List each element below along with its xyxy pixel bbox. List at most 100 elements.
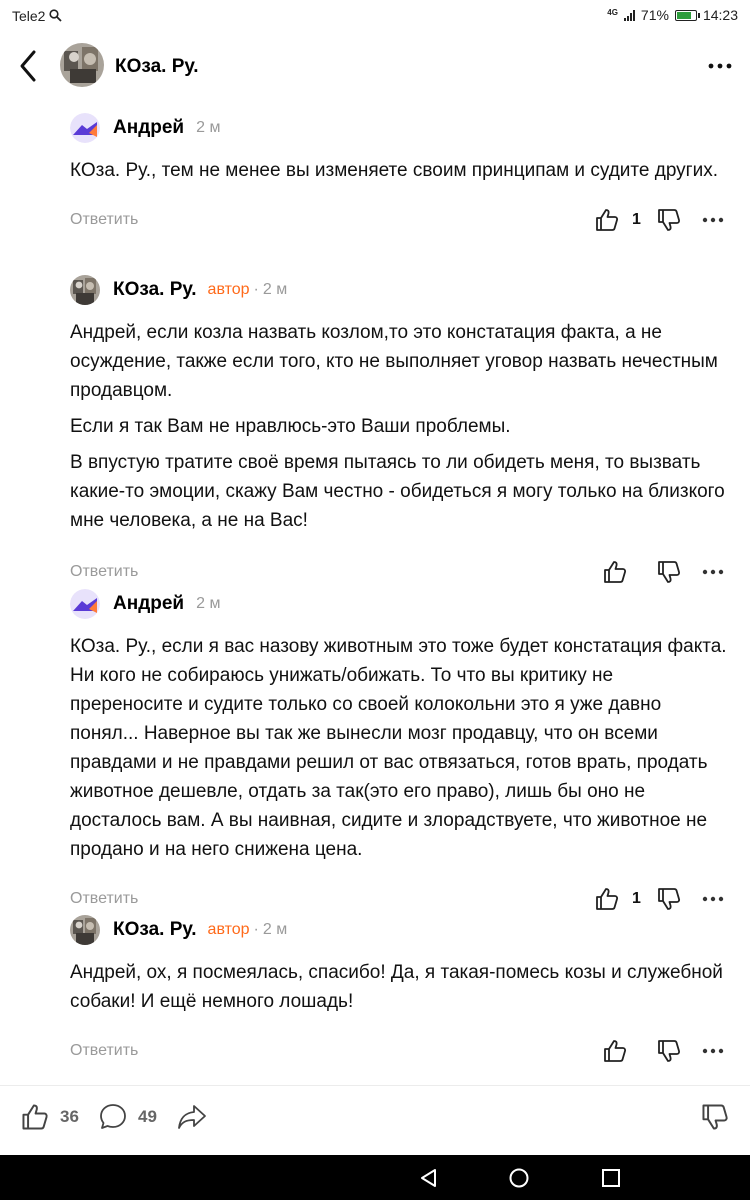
thumbs-down-icon (658, 888, 681, 910)
comment-time: 2 м (196, 595, 221, 612)
dislike-button[interactable] (656, 207, 682, 233)
comment-paragraph: КОза. Ру., тем не менее вы изменяете сво… (70, 160, 718, 181)
comment-author[interactable]: Андрей (113, 117, 184, 139)
carrier-label: Tele2 (12, 8, 62, 24)
more-icon (708, 63, 732, 69)
like-count: 1 (632, 890, 641, 907)
comment-author[interactable]: Андрей (113, 593, 184, 615)
avatar[interactable] (70, 915, 100, 945)
comment-body: КОза. Ру., если я вас назову животным эт… (70, 632, 730, 864)
comment: КОза. Ру. автор · 2 м Андрей, ох, я посм… (70, 914, 730, 1070)
comment-header: Андрей 2 м (70, 588, 730, 620)
comment-actions: Ответить 1 (70, 203, 730, 239)
reply-button[interactable]: Ответить (70, 890, 138, 908)
article-dislike-button[interactable] (700, 1102, 730, 1132)
avatar[interactable] (70, 275, 100, 305)
thumbs-down-icon (658, 209, 681, 231)
network-type: 4G (607, 7, 618, 17)
avatar[interactable] (70, 589, 100, 619)
comment-more-button[interactable] (702, 886, 724, 912)
comment-paragraph: В впустую тратите своё время пытаясь то … (70, 452, 725, 531)
search-icon (49, 9, 62, 22)
system-nav-bar (0, 1155, 750, 1200)
thumbs-up-icon (604, 561, 627, 583)
thumbs-down-icon (658, 1040, 681, 1062)
dislike-button[interactable] (656, 1038, 682, 1064)
comment-actions: Ответить (70, 1034, 730, 1070)
separator: · (253, 921, 259, 938)
thumbs-up-icon (596, 209, 619, 231)
signal-icon (623, 9, 635, 21)
more-icon (702, 896, 724, 902)
nav-back-button[interactable] (418, 1167, 440, 1189)
comment-paragraph: Андрей, ох, я посмеялась, спасибо! Да, я… (70, 962, 723, 1012)
comment-time: 2 м (262, 281, 288, 298)
nav-home-icon (509, 1168, 529, 1188)
battery-icon (674, 9, 700, 21)
comment-body: Андрей, ох, я посмеялась, спасибо! Да, я… (70, 958, 730, 1016)
nav-recents-button[interactable] (600, 1167, 622, 1189)
thumbs-up-icon (604, 1040, 627, 1062)
comment-time: 2 м (262, 921, 288, 938)
comment-header: КОза. Ру. автор · 2 м (70, 274, 730, 306)
comment-actions: Ответить 1 (70, 882, 730, 918)
like-button[interactable] (602, 559, 628, 585)
reply-button[interactable]: Ответить (70, 211, 138, 229)
comment-more-button[interactable] (702, 207, 724, 233)
channel-avatar[interactable] (60, 43, 104, 87)
author-badge: автор (207, 281, 250, 298)
comment-more-button[interactable] (702, 559, 724, 585)
header: КОза. Ру. (0, 32, 750, 98)
like-count: 1 (632, 211, 641, 228)
comment-header: Андрей 2 м (70, 112, 730, 144)
article-like-button[interactable]: 36 (20, 1102, 79, 1132)
comment-author[interactable]: КОза. Ру. (113, 919, 197, 941)
nav-recents-icon (602, 1169, 620, 1187)
comments-button[interactable]: 49 (98, 1102, 157, 1132)
separator: · (253, 281, 259, 298)
comment-actions: Ответить (70, 555, 730, 591)
reply-button[interactable]: Ответить (70, 563, 138, 581)
thumbs-down-icon (658, 561, 681, 583)
comments-count: 49 (138, 1107, 157, 1126)
share-button[interactable] (176, 1102, 208, 1132)
thumbs-up-icon (596, 888, 619, 910)
comment: КОза. Ру. автор · 2 м Андрей, если козла… (70, 274, 730, 591)
status-bar: Tele2 4G 71% 14:23 (0, 0, 750, 32)
share-icon (178, 1105, 206, 1129)
comment-icon (100, 1104, 126, 1129)
comment-paragraph: Андрей, если козла назвать козлом,то это… (70, 322, 718, 401)
battery-percent: 71% (640, 7, 669, 23)
clock: 14:23 (702, 7, 738, 23)
comment: Андрей 2 м КОза. Ру., если я вас назову … (70, 588, 730, 918)
more-icon (702, 217, 724, 223)
like-button[interactable] (594, 207, 620, 233)
comment-body: Андрей, если козла назвать козлом,то это… (70, 318, 730, 535)
bottom-action-bar: 36 49 (0, 1085, 750, 1155)
comment-author[interactable]: КОза. Ру. (113, 279, 197, 301)
like-button[interactable] (594, 886, 620, 912)
avatar[interactable] (70, 113, 100, 143)
more-icon (702, 1048, 724, 1054)
reply-button[interactable]: Ответить (70, 1042, 138, 1060)
thumbs-down-icon (702, 1104, 728, 1130)
comment-more-button[interactable] (702, 1038, 724, 1064)
nav-back-icon (421, 1169, 436, 1187)
back-arrow-icon (20, 50, 36, 82)
like-button[interactable] (602, 1038, 628, 1064)
comment: Андрей 2 м КОза. Ру., тем не менее вы из… (70, 112, 730, 239)
article-like-count: 36 (60, 1107, 79, 1126)
comment-time: 2 м (196, 119, 221, 136)
dislike-button[interactable] (656, 886, 682, 912)
comment-paragraph: КОза. Ру., если я вас назову животным эт… (70, 636, 727, 860)
channel-title[interactable]: КОза. Ру. (115, 56, 199, 78)
dislike-button[interactable] (656, 559, 682, 585)
comment-header: КОза. Ру. автор · 2 м (70, 914, 730, 946)
back-button[interactable] (16, 46, 44, 86)
author-badge: автор (207, 921, 250, 938)
more-button[interactable] (708, 58, 732, 69)
more-icon (702, 569, 724, 575)
comment-body: КОза. Ру., тем не менее вы изменяете сво… (70, 156, 730, 185)
nav-home-button[interactable] (508, 1167, 530, 1189)
thumbs-up-icon (22, 1104, 48, 1130)
